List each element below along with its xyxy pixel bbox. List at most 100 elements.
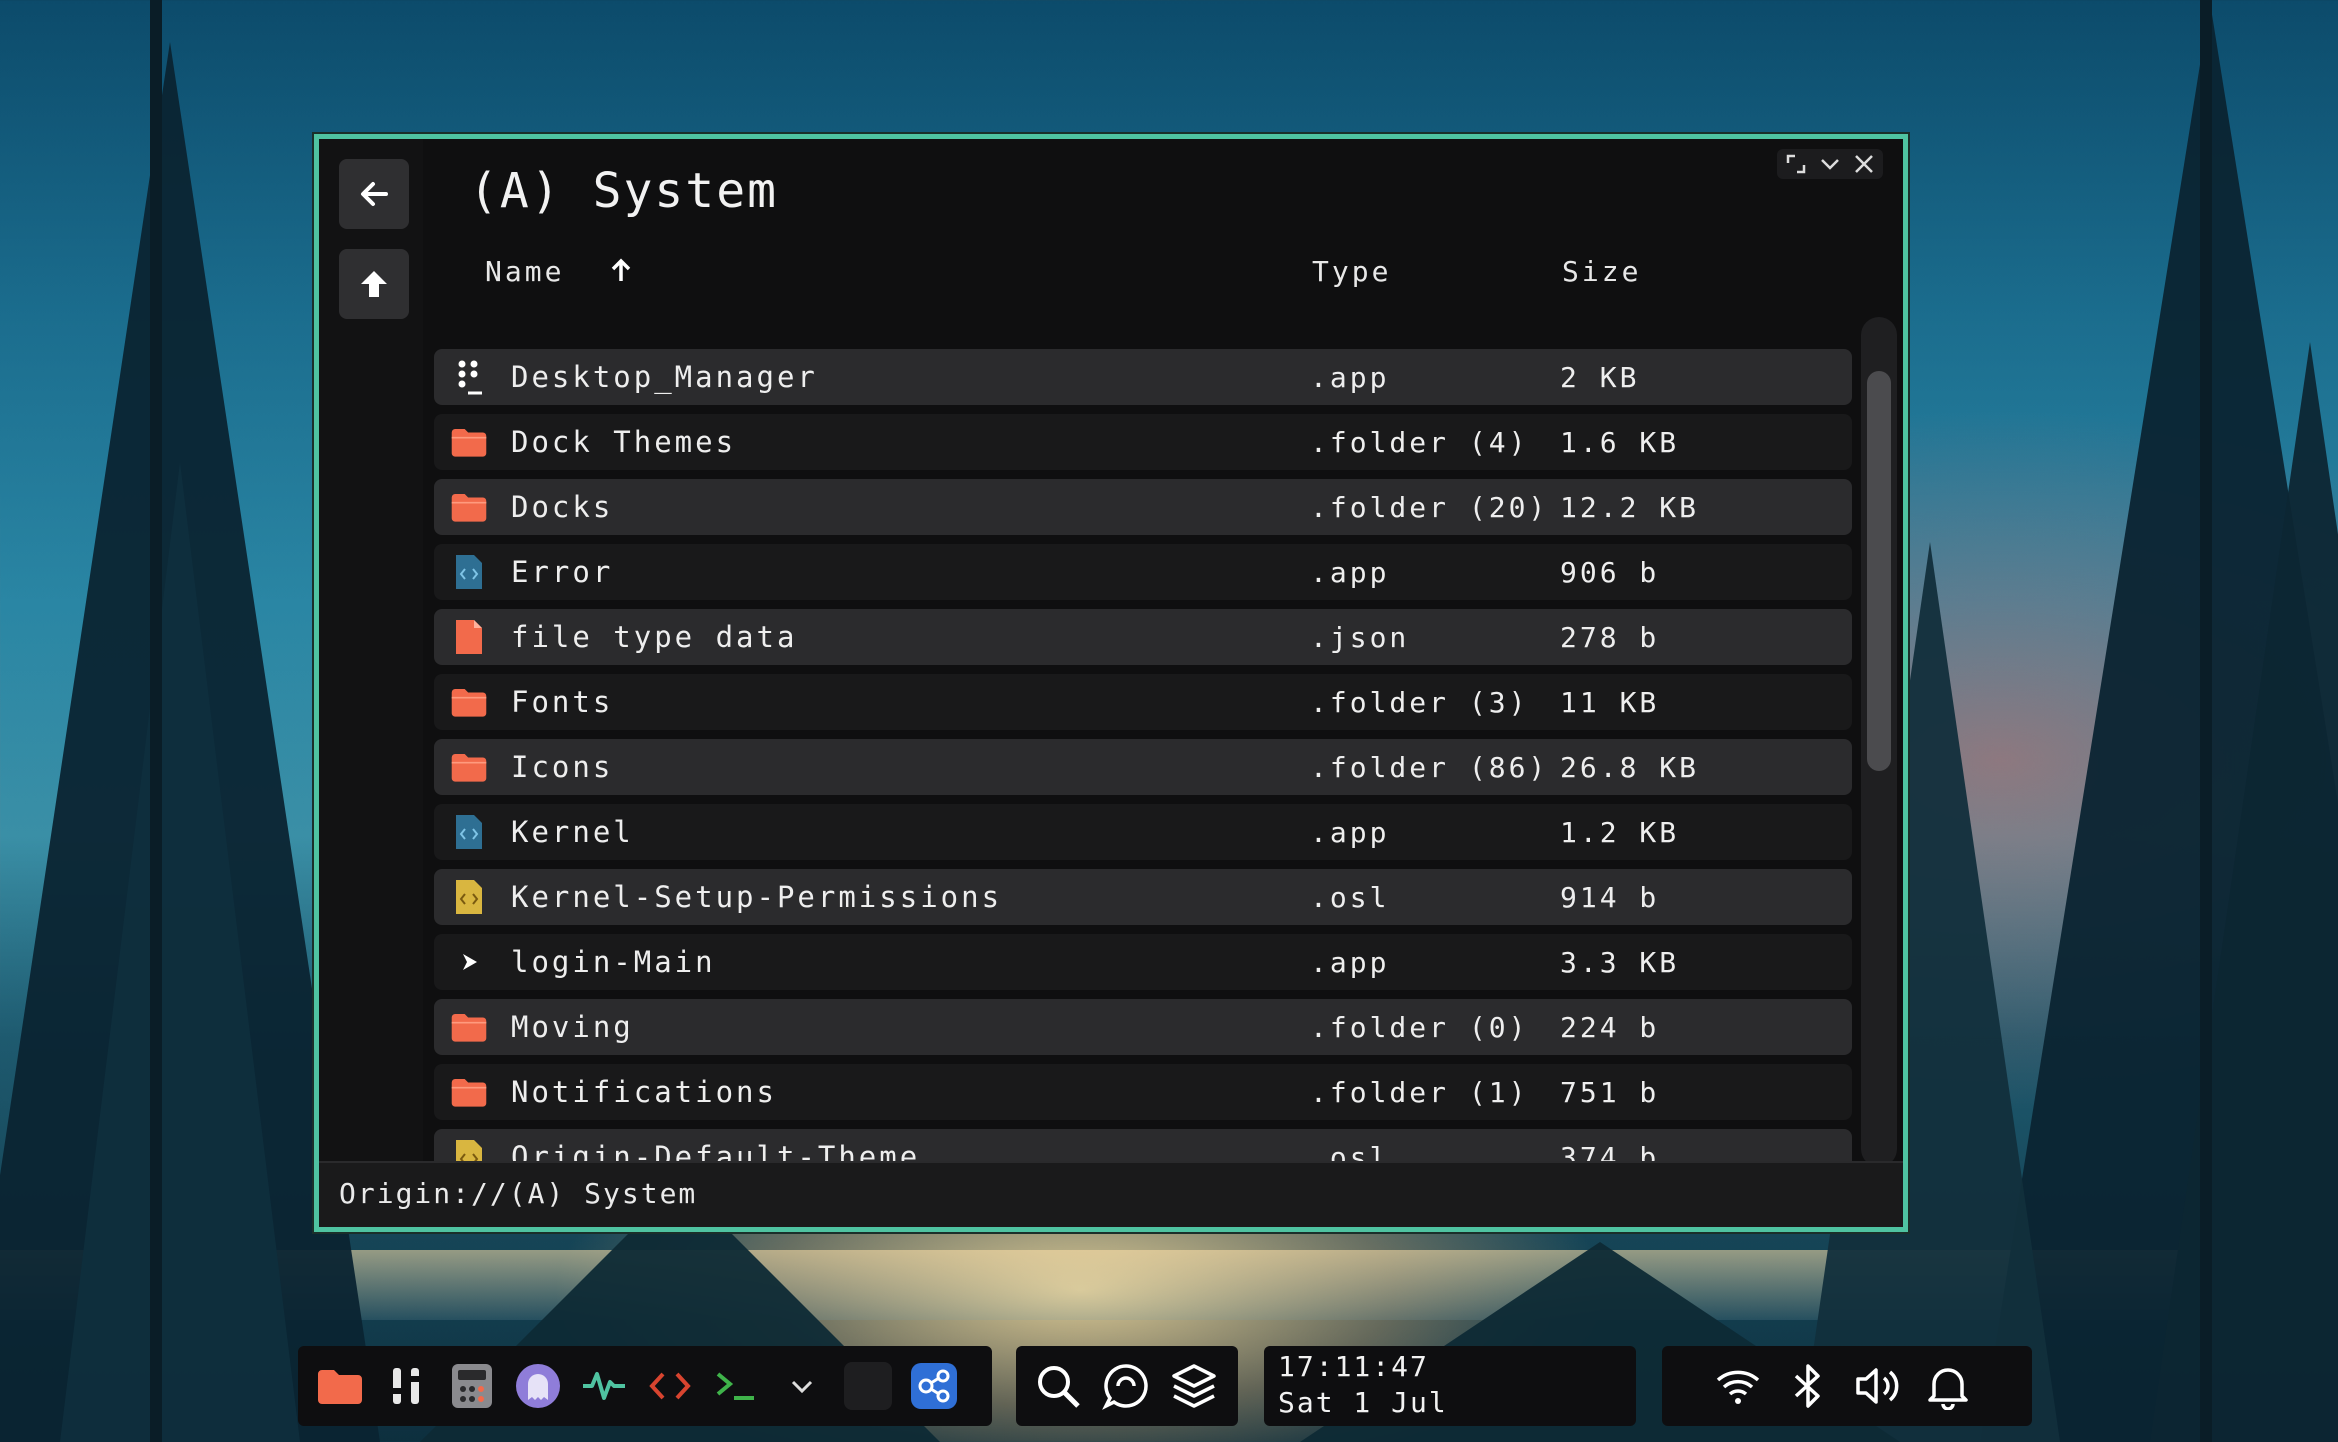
file-size: 2 KB: [1560, 360, 1640, 394]
script-file-icon: [450, 878, 488, 916]
column-header-name[interactable]: Name: [485, 255, 634, 288]
status-bar: Origin://(A) System: [319, 1161, 1903, 1227]
dock-tray: [1662, 1346, 2032, 1426]
minimize-icon[interactable]: [1817, 151, 1843, 177]
clock-date: Sat 1 Jul: [1278, 1386, 1448, 1419]
file-type: .folder (86): [1310, 750, 1549, 784]
file-type: .app: [1310, 945, 1390, 979]
file-type: .folder (1): [1310, 1075, 1529, 1109]
file-name: Notifications: [511, 1075, 777, 1109]
file-row[interactable]: Desktop_Manager .app 2 KB: [434, 349, 1852, 405]
folder-icon: [450, 748, 488, 786]
arrow-up-icon: [612, 258, 631, 281]
window-sidebar: [319, 139, 423, 1173]
file-name: file type data: [511, 620, 798, 654]
share-icon[interactable]: [906, 1358, 962, 1414]
file-size: 1.2 KB: [1560, 815, 1680, 849]
file-name: Kernel: [511, 815, 634, 849]
file-type: .app: [1310, 360, 1390, 394]
sliders-icon[interactable]: [378, 1358, 434, 1414]
code-file-icon: [450, 813, 488, 851]
wifi-icon[interactable]: [1710, 1358, 1766, 1414]
blank-app-icon[interactable]: [840, 1358, 896, 1414]
status-path: Origin://(A) System: [339, 1177, 698, 1210]
file-row[interactable]: Kernel .app 1.2 KB: [434, 804, 1852, 860]
file-name: Kernel-Setup-Permissions: [511, 880, 1003, 914]
file-size: 11 KB: [1560, 685, 1660, 719]
back-button[interactable]: [339, 159, 409, 229]
file-size: 26.8 KB: [1560, 750, 1700, 784]
file-name: login-Main: [511, 945, 716, 979]
dock-apps: [298, 1346, 992, 1426]
folder-icon[interactable]: [312, 1358, 368, 1414]
file-row[interactable]: Docks .folder (20) 12.2 KB: [434, 479, 1852, 535]
file-name: Error: [511, 555, 614, 589]
file-size: 224 b: [1560, 1010, 1660, 1044]
chevron-down-icon[interactable]: [774, 1358, 830, 1414]
file-size: 906 b: [1560, 555, 1660, 589]
column-name-label: Name: [485, 255, 565, 288]
file-row[interactable]: Icons .folder (86) 26.8 KB: [434, 739, 1852, 795]
file-size: 751 b: [1560, 1075, 1660, 1109]
file-size: 914 b: [1560, 880, 1660, 914]
file-name: Moving: [511, 1010, 634, 1044]
window-title: (A) System: [469, 163, 778, 219]
clock-time: 17:11:47: [1278, 1350, 1429, 1383]
file-row[interactable]: Notifications .folder (1) 751 b: [434, 1064, 1852, 1120]
arrow-up-icon: [361, 271, 387, 297]
layers-icon[interactable]: [1166, 1358, 1222, 1414]
file-row[interactable]: Moving .folder (0) 224 b: [434, 999, 1852, 1055]
restore-icon[interactable]: [1783, 151, 1809, 177]
file-icon: [450, 618, 488, 656]
file-type: .folder (20): [1310, 490, 1549, 524]
file-manager-window: (A) System Name Type Size Desktop_Manage…: [314, 134, 1908, 1232]
terminal-icon[interactable]: [708, 1358, 764, 1414]
file-size: 12.2 KB: [1560, 490, 1700, 524]
folder-icon: [450, 1073, 488, 1111]
file-type: .osl: [1310, 880, 1390, 914]
column-header-size[interactable]: Size: [1562, 255, 1641, 288]
file-size: 3.3 KB: [1560, 945, 1680, 979]
file-row[interactable]: login-Main .app 3.3 KB: [434, 934, 1852, 990]
folder-icon: [450, 423, 488, 461]
volume-icon[interactable]: [1850, 1358, 1906, 1414]
chat-icon[interactable]: [1098, 1358, 1154, 1414]
arrow-left-icon: [361, 182, 388, 206]
activity-icon[interactable]: [576, 1358, 632, 1414]
dock-tools: [1016, 1346, 1238, 1426]
column-header-type[interactable]: Type: [1312, 255, 1391, 288]
folder-icon: [450, 488, 488, 526]
file-row[interactable]: Dock Themes .folder (4) 1.6 KB: [434, 414, 1852, 470]
file-type: .app: [1310, 555, 1390, 589]
ghost-icon[interactable]: [510, 1358, 566, 1414]
folder-icon: [450, 1008, 488, 1046]
scrollbar-thumb[interactable]: [1867, 371, 1891, 771]
file-type: .json: [1310, 620, 1410, 654]
file-name: Desktop_Manager: [511, 360, 818, 394]
bell-icon[interactable]: [1920, 1358, 1976, 1414]
folder-icon: [450, 683, 488, 721]
file-name: Docks: [511, 490, 614, 524]
file-name: Fonts: [511, 685, 614, 719]
calculator-icon[interactable]: [444, 1358, 500, 1414]
bluetooth-icon[interactable]: [1780, 1358, 1836, 1414]
close-icon[interactable]: [1851, 151, 1877, 177]
window-controls: [1777, 149, 1883, 179]
search-icon[interactable]: [1030, 1358, 1086, 1414]
file-row[interactable]: Kernel-Setup-Permissions .osl 914 b: [434, 869, 1852, 925]
file-name: Dock Themes: [511, 425, 737, 459]
file-row[interactable]: Error .app 906 b: [434, 544, 1852, 600]
code-file-icon: [450, 553, 488, 591]
up-button[interactable]: [339, 249, 409, 319]
file-list: Desktop_Manager .app 2 KB Dock Themes .folde…: [434, 317, 1852, 1169]
file-type: .folder (3): [1310, 685, 1529, 719]
file-row[interactable]: Fonts .folder (3) 11 KB: [434, 674, 1852, 730]
file-type: .folder (4): [1310, 425, 1529, 459]
code-icon[interactable]: [642, 1358, 698, 1414]
file-row[interactable]: file type data .json 278 b: [434, 609, 1852, 665]
file-type: .folder (0): [1310, 1010, 1529, 1044]
file-size: 278 b: [1560, 620, 1660, 654]
play-icon: [450, 943, 488, 981]
dock-clock[interactable]: 17:11:47 Sat 1 Jul: [1264, 1346, 1636, 1426]
file-size: 1.6 KB: [1560, 425, 1680, 459]
